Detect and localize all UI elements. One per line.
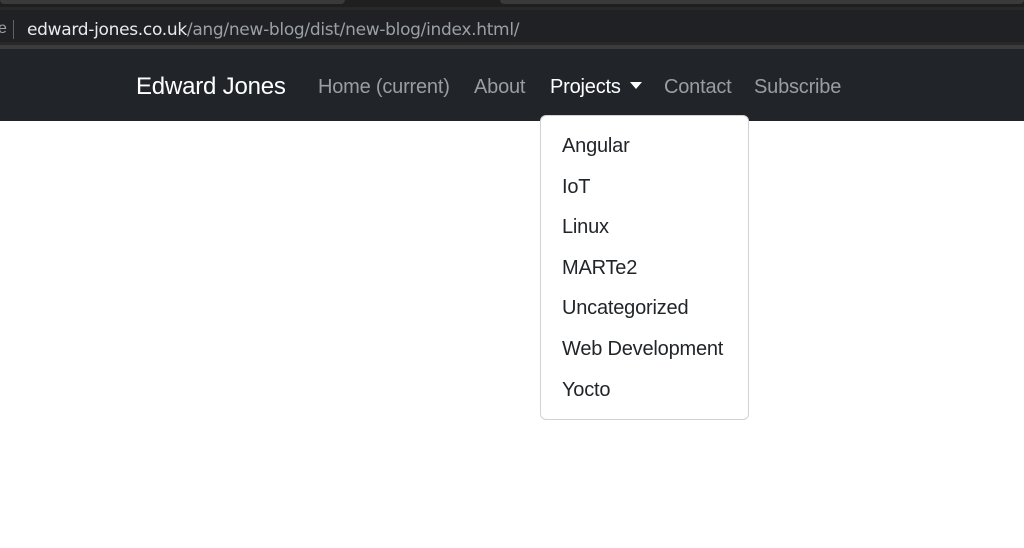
nav-contact-link[interactable]: Contact	[664, 76, 732, 99]
dropdown-item-web-development[interactable]: Web Development	[541, 328, 748, 369]
url-host: edward-jones.co.uk	[27, 20, 187, 40]
omnibox[interactable]: e edward-jones.co.uk/ang/new-blog/dist/n…	[0, 10, 1024, 42]
dropdown-item-iot[interactable]: IoT	[541, 166, 748, 207]
browser-tab-strip	[0, 0, 1024, 7]
url-text[interactable]: edward-jones.co.uk/ang/new-blog/dist/new…	[27, 20, 519, 40]
site-navbar: Edward Jones Home (current) About Projec…	[0, 49, 1024, 121]
nav-projects-label: Projects	[550, 76, 621, 98]
nav-about-link[interactable]: About	[474, 76, 525, 99]
browser-tab[interactable]	[500, 0, 1024, 4]
caret-down-icon	[629, 82, 642, 89]
dropdown-item-linux[interactable]: Linux	[541, 206, 748, 247]
brand-link[interactable]: Edward Jones	[136, 73, 286, 101]
nav-subscribe-link[interactable]: Subscribe	[754, 76, 841, 99]
dropdown-item-yocto[interactable]: Yocto	[541, 369, 748, 410]
nav-projects-dropdown-toggle[interactable]: Projects	[550, 76, 642, 99]
dropdown-item-marte2[interactable]: MARTe2	[541, 247, 748, 288]
projects-dropdown-menu: Angular IoT Linux MARTe2 Uncategorized W…	[540, 115, 749, 420]
browser-tab[interactable]	[0, 0, 345, 4]
url-path: /ang/new-blog/dist/new-blog/index.html/	[186, 20, 520, 40]
omnibox-divider	[13, 20, 14, 39]
browser-address-bar: e edward-jones.co.uk/ang/new-blog/dist/n…	[0, 7, 1024, 45]
dropdown-item-uncategorized[interactable]: Uncategorized	[541, 287, 748, 328]
omnibox-prefix: e	[0, 20, 7, 37]
nav-home-link[interactable]: Home (current)	[318, 76, 450, 99]
dropdown-item-angular[interactable]: Angular	[541, 125, 748, 166]
